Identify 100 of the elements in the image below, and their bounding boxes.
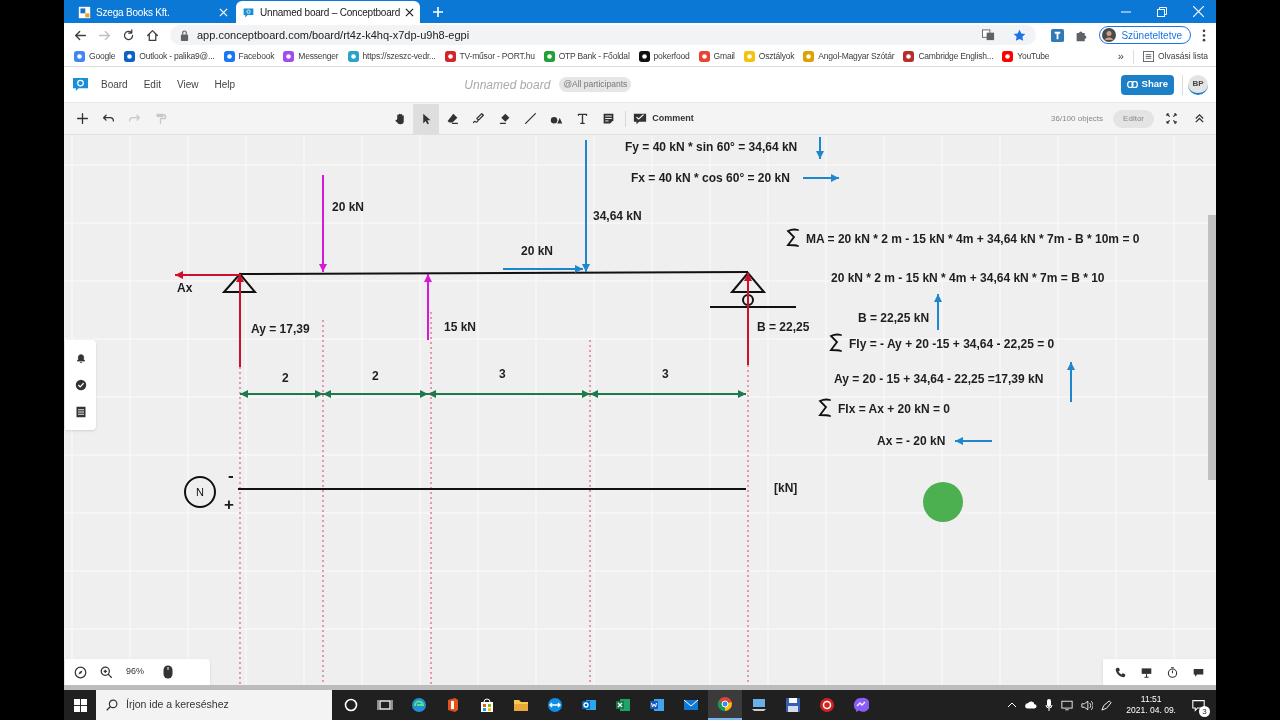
taskbar-button[interactable]	[708, 690, 742, 720]
phone-icon[interactable]	[1114, 666, 1126, 678]
text-tool-icon	[575, 112, 589, 125]
force-arrow	[1067, 361, 1075, 403]
spreadsheet-icon	[615, 697, 631, 713]
chat-bubble-icon	[853, 697, 869, 713]
close-icon[interactable]	[405, 7, 415, 17]
microphone-icon[interactable]	[1045, 699, 1054, 711]
shopping-bag-icon	[479, 697, 495, 713]
menu-item[interactable]: Board	[101, 77, 128, 92]
home-icon[interactable]	[146, 28, 159, 42]
collapse-icon[interactable]	[1194, 113, 1205, 124]
chevron-up-icon[interactable]	[1007, 700, 1018, 710]
force-label: 20 kN	[521, 243, 554, 259]
mouse-icon[interactable]	[163, 665, 173, 679]
site-icon	[74, 51, 85, 62]
app-logo-icon[interactable]	[72, 77, 89, 92]
bookmark[interactable]: YouTube	[1002, 50, 1050, 63]
bookmark[interactable]: TV-műsor - PORT.hu	[444, 50, 535, 63]
paint-roller-icon	[153, 112, 167, 125]
bookmark[interactable]: Outlook - palika9@...	[124, 50, 215, 63]
reading-list[interactable]: Olvasási lista	[1142, 50, 1208, 63]
bookmark[interactable]: Cambridge English...	[903, 50, 994, 63]
equation-text: 20 kN * 2 m - 15 kN * 4m + 34,64 kN * 7m = B * 10	[831, 270, 1105, 286]
network-icon[interactable]	[1061, 699, 1074, 711]
cloud-icon[interactable]	[1025, 700, 1038, 710]
compass-icon[interactable]	[74, 665, 87, 679]
bookmark[interactable]: Facebook	[223, 50, 275, 63]
site-icon	[444, 51, 456, 62]
zoom-icon[interactable]	[100, 665, 113, 679]
user-avatar[interactable]: BP	[1188, 74, 1208, 95]
new-tab-icon[interactable]	[432, 6, 445, 18]
formula-text: Fy = 40 kN * sin 60° = 34,64 kN	[625, 139, 798, 155]
zoom-level[interactable]: 96%	[126, 665, 150, 679]
more-bookmarks[interactable]: »	[1117, 48, 1124, 65]
share-button[interactable]: Share	[1120, 74, 1174, 95]
reaction-label: Ay = 17,39	[251, 321, 310, 337]
address-bar[interactable]: app.conceptboard.com/board/rt4z-k4hq-x7dp-u9h8-egpi	[170, 25, 1037, 45]
remote-icon	[547, 697, 563, 713]
undo-icon	[101, 112, 115, 125]
more-icon[interactable]	[1202, 28, 1206, 42]
search-field[interactable]: Írjon ide a kereséshez	[96, 690, 332, 720]
back-icon[interactable]	[74, 28, 87, 42]
timer-icon[interactable]	[1167, 666, 1179, 678]
force-label: 20 kN	[332, 199, 365, 215]
scrollbar-thumb[interactable]	[1208, 215, 1216, 480]
notification-button[interactable]: 3	[1186, 693, 1210, 717]
bookmark[interactable]: https://szeszc-vedr...	[347, 50, 436, 63]
menu-item[interactable]: Edit	[143, 77, 161, 92]
tab-title: Unnamed board – Conceptboard	[260, 5, 401, 20]
chat-icon[interactable]	[1193, 666, 1205, 678]
force-arrow	[954, 437, 993, 445]
star-icon[interactable]	[1013, 28, 1027, 42]
unit-label: [kN]	[774, 480, 798, 496]
bell-icon[interactable]	[74, 352, 87, 364]
bookmark[interactable]: Google	[74, 50, 116, 63]
dimension-label: 3	[662, 366, 669, 382]
globe-icon	[717, 696, 733, 712]
clock-time[interactable]: 11:51	[1140, 694, 1162, 705]
pen-icon[interactable]	[1101, 699, 1113, 711]
dot-marker	[923, 482, 963, 522]
pointer-tool[interactable]	[413, 103, 440, 134]
bookmark[interactable]: OTP Bank - Főoldal	[543, 50, 630, 63]
list-icon[interactable]	[74, 406, 87, 418]
check-circle-icon[interactable]	[74, 379, 87, 391]
bookmark[interactable]: Messenger	[283, 50, 339, 63]
restore-icon[interactable]	[1157, 6, 1167, 17]
presentation-icon[interactable]	[1140, 666, 1152, 678]
bookmark[interactable]: Angol-Magyar Szótár	[803, 50, 895, 63]
eraser-icon	[445, 112, 459, 125]
clock-date[interactable]: 2021. 04. 09.	[1126, 705, 1176, 716]
menu-item[interactable]: View	[176, 77, 199, 92]
force-arrow	[816, 136, 824, 160]
site-icon	[743, 51, 755, 62]
bookmark[interactable]: Gmail	[698, 50, 735, 63]
browser-tab[interactable]: Unnamed board – Conceptboard	[236, 1, 421, 23]
translate-icon[interactable]	[982, 29, 996, 41]
browser-tab[interactable]: Szega Books Kft.	[72, 1, 234, 23]
extension-tile-icon[interactable]	[1051, 28, 1065, 42]
equation-text: FIx = Ax + 20 kN = 0	[838, 401, 950, 417]
reload-icon[interactable]	[122, 28, 135, 42]
fullscreen-icon[interactable]	[1166, 113, 1177, 124]
menu-item[interactable]: Help	[214, 77, 235, 92]
monitor-icon	[751, 697, 767, 713]
sign-label: +	[224, 496, 234, 514]
site-icon	[903, 51, 915, 62]
site-icon	[124, 51, 136, 62]
site-icon	[1002, 51, 1014, 62]
site-icon	[803, 51, 815, 62]
circled-label: N	[184, 476, 216, 508]
comment-button[interactable]: Comment	[630, 111, 697, 126]
bookmark[interactable]: pokerfood	[638, 50, 690, 63]
equation-text: Ay = 20 - 15 + 34,64 - 22,25 =17,39 kN	[834, 371, 1044, 387]
force-arrow	[802, 174, 840, 182]
bookmark[interactable]: Osztályok	[743, 50, 795, 63]
site-icon	[698, 51, 710, 62]
participants-chip[interactable]: @All participants	[559, 77, 632, 92]
force-arrow	[424, 273, 432, 341]
record-icon	[819, 697, 835, 713]
speaker-icon[interactable]	[1081, 699, 1094, 711]
